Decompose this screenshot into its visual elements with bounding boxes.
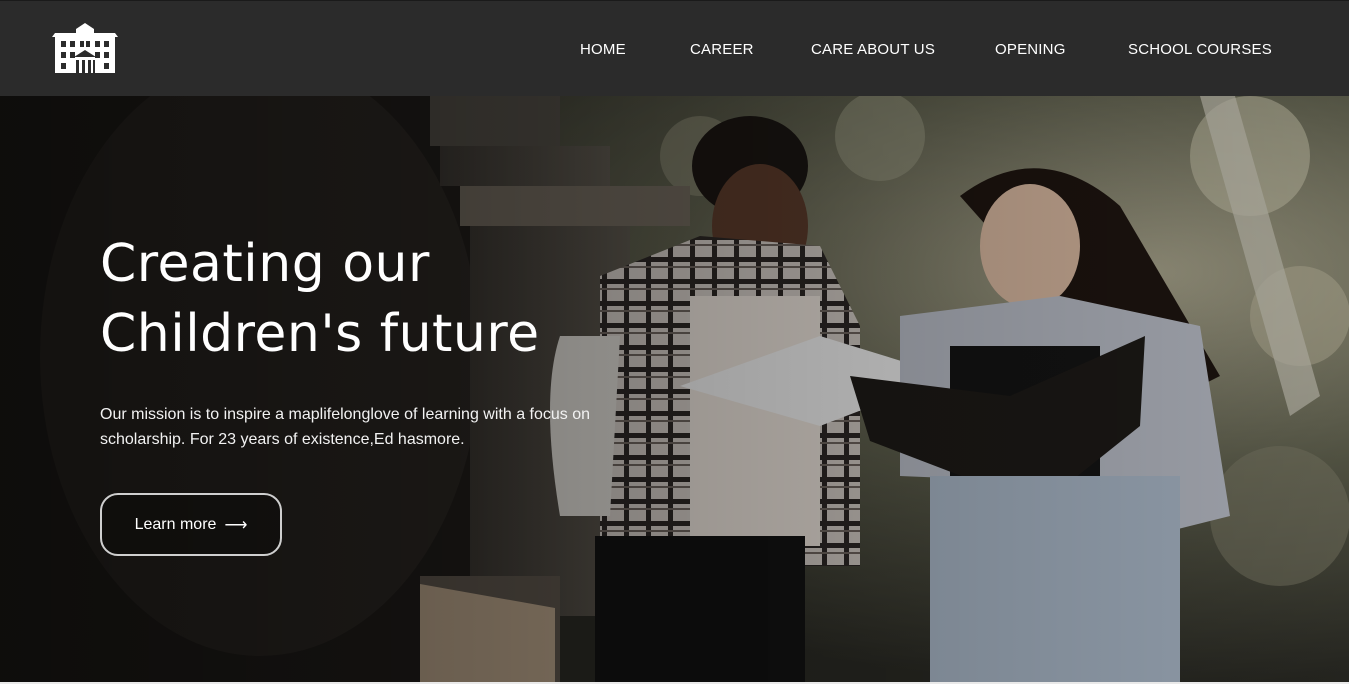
nav-care-about-us[interactable]: CARE ABOUT US: [811, 41, 935, 58]
nav-school-courses[interactable]: SCHOOL COURSES: [1128, 41, 1272, 58]
hero-subtext: Our mission is to inspire a maplifelongl…: [100, 406, 591, 448]
main-nav: HOME CAREER CARE ABOUT US OPENING SCHOOL…: [0, 41, 1349, 61]
nav-home[interactable]: HOME: [580, 41, 626, 58]
learn-more-button[interactable]: Learn more ⟶: [100, 493, 282, 556]
nav-opening[interactable]: OPENING: [995, 41, 1066, 58]
nav-career[interactable]: CAREER: [690, 41, 754, 58]
hero-section: Creating our Children's future Our missi…: [0, 96, 1349, 684]
top-navbar: HOME CAREER CARE ABOUT US OPENING SCHOOL…: [0, 0, 1349, 96]
hero-headline-line2: Children's future: [100, 304, 540, 364]
learn-more-label: Learn more: [134, 515, 217, 533]
arrow-right-icon: ⟶: [224, 516, 248, 534]
hero-dark-overlay: [0, 96, 1349, 684]
hero-headline: Creating our Children's future: [100, 229, 660, 369]
hero-headline-line1: Creating our: [100, 234, 430, 294]
